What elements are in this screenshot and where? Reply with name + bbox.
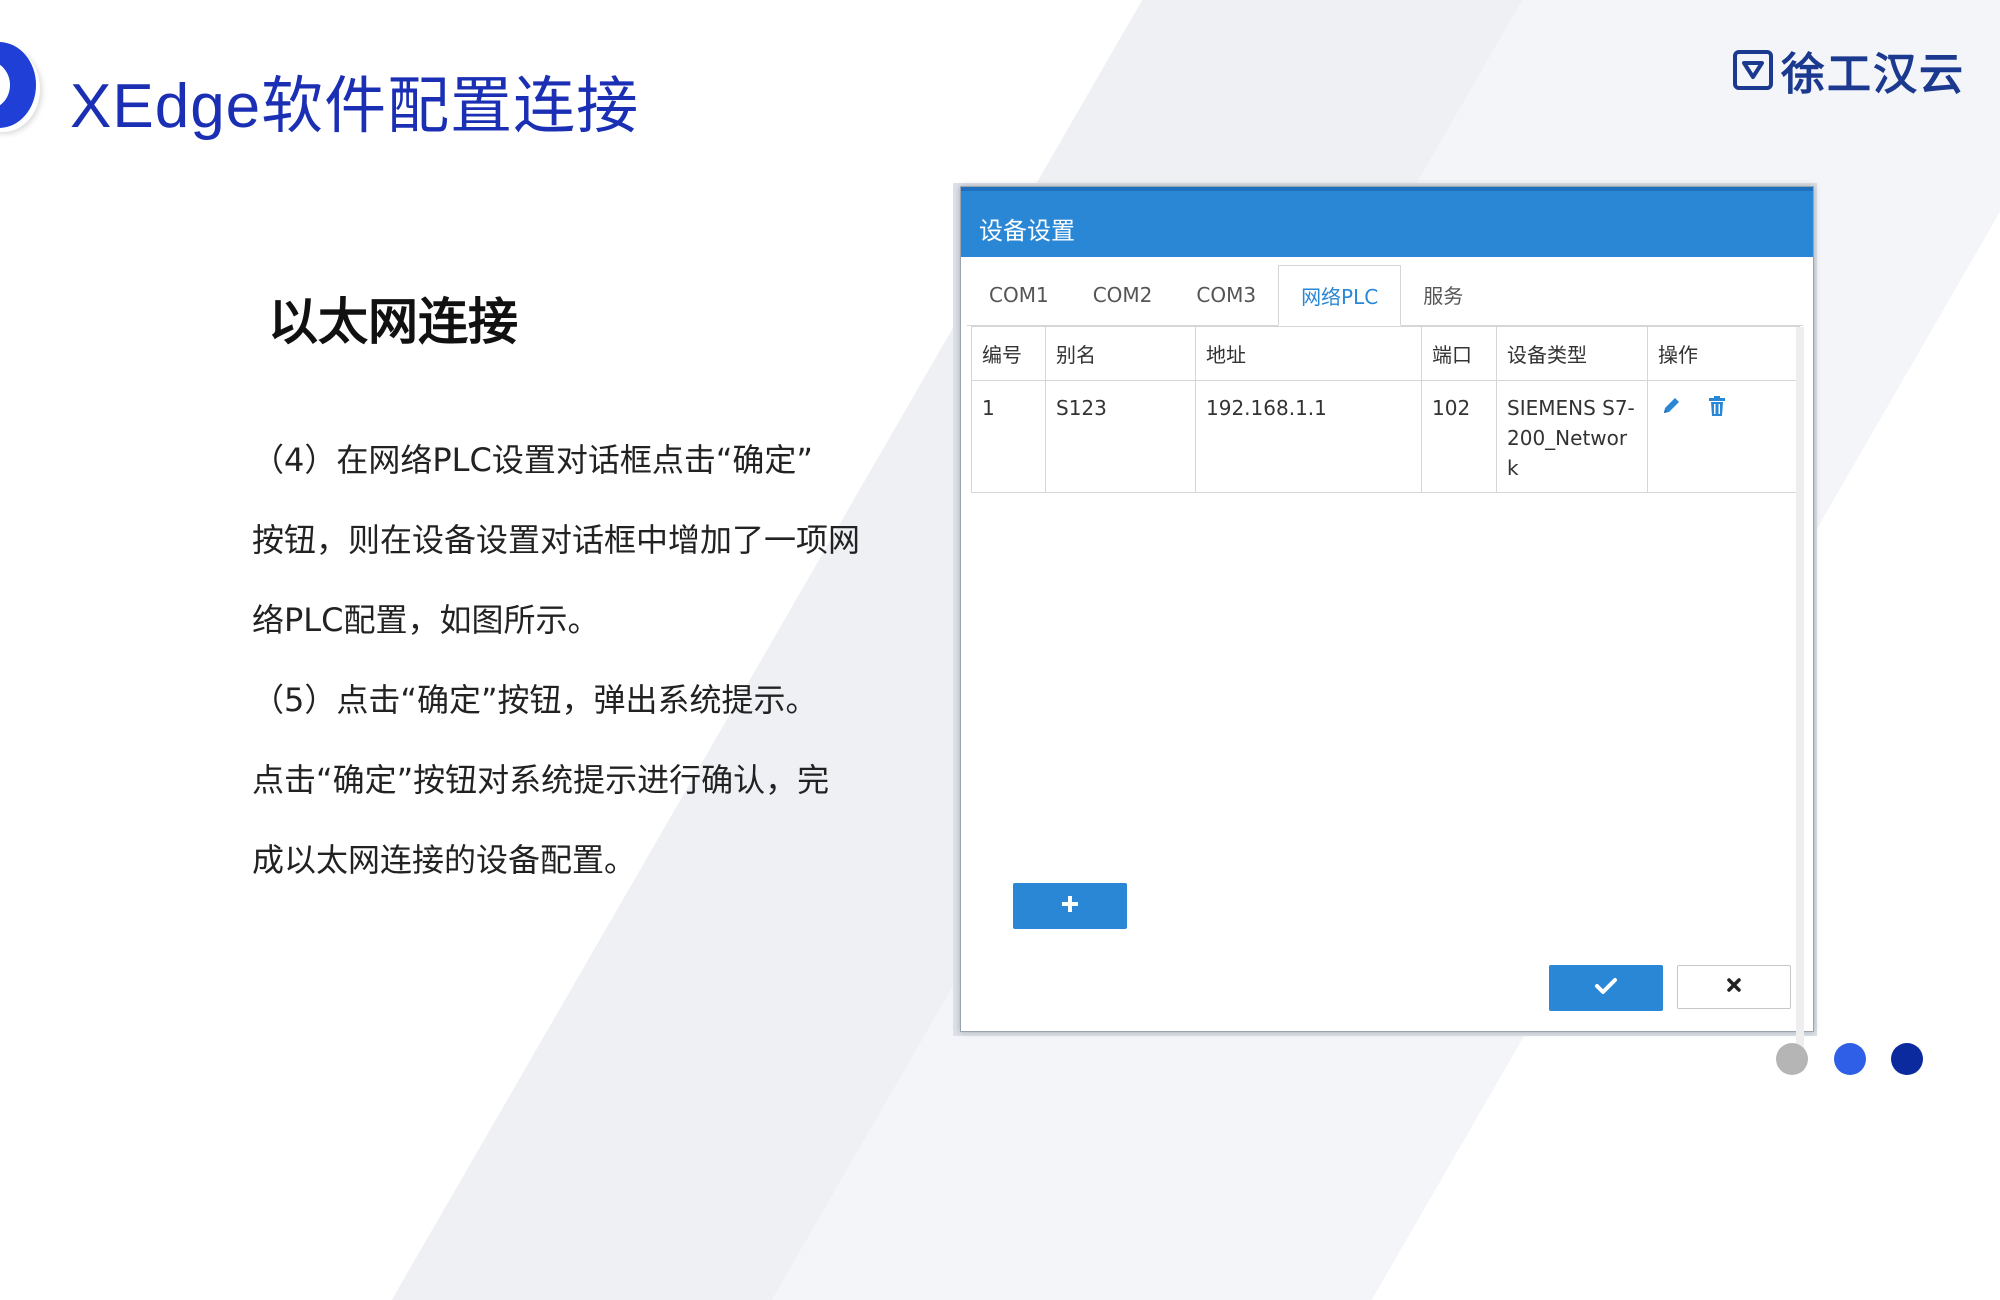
tab-bar: COM1 COM2 COM3 网络PLC 服务 — [967, 265, 1803, 326]
column-header-alias: 别名 — [1045, 326, 1196, 381]
table-row[interactable]: 1 S123 192.168.1.1 102 SIEMENS S7-200_Ne… — [971, 380, 1800, 493]
paragraph-line: （4）在网络PLC设置对话框点击“确定” — [252, 441, 813, 479]
pager-dot-3[interactable] — [1891, 1043, 1923, 1075]
table-header-row: 编号 别名 地址 端口 设备类型 操作 — [971, 326, 1800, 381]
instruction-paragraph: （4）在网络PLC设置对话框点击“确定” 按钮，则在设备设置对话框中增加了一项网… — [252, 420, 912, 900]
column-header-port: 端口 — [1421, 326, 1497, 381]
tab-com2[interactable]: COM2 — [1071, 265, 1175, 324]
column-header-address: 地址 — [1195, 326, 1422, 381]
trash-icon[interactable] — [1704, 393, 1730, 419]
cell-id: 1 — [971, 380, 1046, 493]
plus-icon — [1060, 894, 1080, 918]
table-scrollbar[interactable] — [1796, 327, 1804, 1071]
paragraph-line: （5）点击“确定”按钮，弹出系统提示。 — [252, 681, 818, 719]
dialog-title: 设备设置 — [979, 217, 1075, 245]
add-device-button[interactable] — [1013, 883, 1127, 929]
row-actions — [1658, 393, 1789, 419]
tab-network-plc[interactable]: 网络PLC — [1278, 265, 1402, 326]
tab-com3[interactable]: COM3 — [1174, 265, 1278, 324]
logo-mark-icon — [1733, 50, 1773, 90]
logo-text: 徐工汉云 — [1781, 49, 1965, 100]
confirm-button[interactable] — [1549, 965, 1663, 1011]
check-icon — [1594, 976, 1618, 1000]
device-settings-dialog: 设备设置 COM1 COM2 COM3 网络PLC 服务 编号 别名 地址 端口… — [960, 186, 1814, 1071]
cell-address: 192.168.1.1 — [1195, 380, 1422, 493]
tab-service[interactable]: 服务 — [1401, 265, 1485, 324]
cell-port: 102 — [1421, 380, 1497, 493]
close-icon — [1726, 977, 1742, 997]
cell-device-type: SIEMENS S7-200_Network — [1496, 380, 1648, 493]
device-table: 编号 别名 地址 端口 设备类型 操作 1 S123 192.168.1.1 1… — [971, 326, 1800, 493]
pencil-icon[interactable] — [1658, 393, 1684, 419]
dialog-header: 设备设置 — [961, 191, 1813, 257]
column-header-actions: 操作 — [1647, 326, 1800, 381]
section-heading: 以太网连接 — [268, 293, 518, 351]
paragraph-line: 成以太网连接的设备配置。 — [252, 841, 637, 879]
cell-actions — [1647, 380, 1800, 493]
cancel-button[interactable] — [1677, 965, 1791, 1009]
tab-com1[interactable]: COM1 — [967, 265, 1071, 324]
pager-dot-1[interactable] — [1776, 1043, 1808, 1075]
cell-alias: S123 — [1045, 380, 1196, 493]
pager-dot-2[interactable] — [1834, 1043, 1866, 1075]
brand-logo: 徐工汉云 — [1733, 38, 1965, 102]
page-title: XEdge软件配置连接 — [70, 72, 640, 141]
paragraph-line: 络PLC配置，如图所示。 — [252, 601, 600, 639]
paragraph-line: 按钮，则在设备设置对话框中增加了一项网 — [252, 521, 861, 559]
paragraph-line: 点击“确定”按钮对系统提示进行确认，完 — [252, 761, 830, 799]
column-header-device-type: 设备类型 — [1496, 326, 1648, 381]
column-header-id: 编号 — [971, 326, 1046, 381]
